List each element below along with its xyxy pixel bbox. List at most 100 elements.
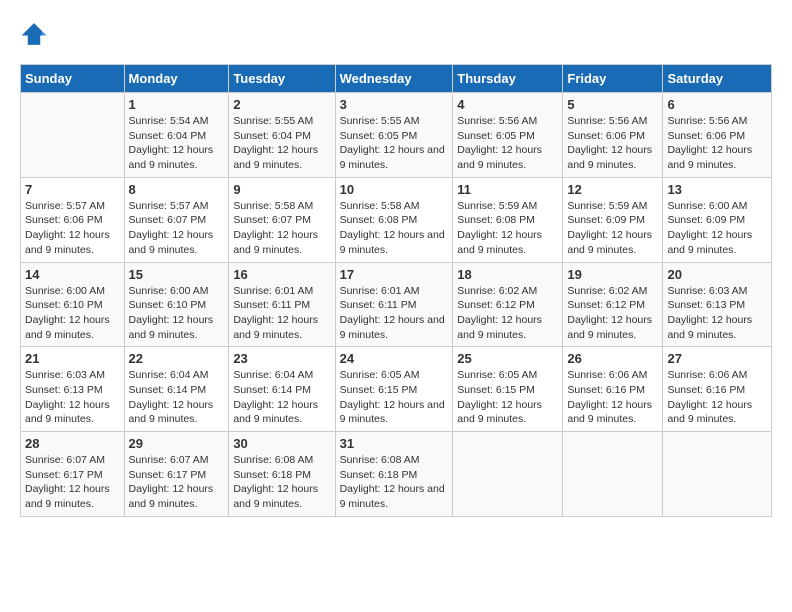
calendar-cell: 13 Sunrise: 6:00 AMSunset: 6:09 PMDayligh…	[663, 177, 772, 262]
calendar-cell	[453, 432, 563, 517]
weekday-header: Wednesday	[335, 65, 453, 93]
day-info: Sunrise: 5:56 AMSunset: 6:05 PMDaylight:…	[457, 114, 558, 173]
day-number: 22	[129, 351, 225, 366]
weekday-header: Sunday	[21, 65, 125, 93]
calendar-cell: 25 Sunrise: 6:05 AMSunset: 6:15 PMDayligh…	[453, 347, 563, 432]
calendar-week-row: 1 Sunrise: 5:54 AMSunset: 6:04 PMDaylight…	[21, 93, 772, 178]
day-number: 20	[667, 267, 767, 282]
day-number: 24	[340, 351, 449, 366]
day-number: 16	[233, 267, 330, 282]
calendar-cell: 26 Sunrise: 6:06 AMSunset: 6:16 PMDayligh…	[563, 347, 663, 432]
day-info: Sunrise: 6:01 AMSunset: 6:11 PMDaylight:…	[233, 284, 330, 343]
calendar-cell: 19 Sunrise: 6:02 AMSunset: 6:12 PMDayligh…	[563, 262, 663, 347]
calendar-cell	[563, 432, 663, 517]
logo	[20, 20, 50, 48]
calendar-cell: 9 Sunrise: 5:58 AMSunset: 6:07 PMDaylight…	[229, 177, 335, 262]
logo-icon	[20, 20, 48, 48]
day-number: 28	[25, 436, 120, 451]
day-info: Sunrise: 6:00 AMSunset: 6:09 PMDaylight:…	[667, 199, 767, 258]
day-info: Sunrise: 5:57 AMSunset: 6:07 PMDaylight:…	[129, 199, 225, 258]
day-number: 15	[129, 267, 225, 282]
day-info: Sunrise: 6:00 AMSunset: 6:10 PMDaylight:…	[25, 284, 120, 343]
calendar-cell: 12 Sunrise: 5:59 AMSunset: 6:09 PMDayligh…	[563, 177, 663, 262]
calendar-week-row: 28 Sunrise: 6:07 AMSunset: 6:17 PMDayligh…	[21, 432, 772, 517]
day-info: Sunrise: 5:59 AMSunset: 6:09 PMDaylight:…	[567, 199, 658, 258]
day-number: 1	[129, 97, 225, 112]
day-info: Sunrise: 6:07 AMSunset: 6:17 PMDaylight:…	[25, 453, 120, 512]
day-info: Sunrise: 5:55 AMSunset: 6:05 PMDaylight:…	[340, 114, 449, 173]
calendar-cell: 29 Sunrise: 6:07 AMSunset: 6:17 PMDayligh…	[124, 432, 229, 517]
calendar-cell: 24 Sunrise: 6:05 AMSunset: 6:15 PMDayligh…	[335, 347, 453, 432]
day-info: Sunrise: 5:57 AMSunset: 6:06 PMDaylight:…	[25, 199, 120, 258]
calendar-cell: 2Sunrise: 5:55 AMSunset: 6:04 PMDaylight…	[229, 93, 335, 178]
calendar-cell: 5Sunrise: 5:56 AMSunset: 6:06 PMDaylight…	[563, 93, 663, 178]
weekday-header-row: SundayMondayTuesdayWednesdayThursdayFrid…	[21, 65, 772, 93]
day-info: Sunrise: 5:56 AMSunset: 6:06 PMDaylight:…	[567, 114, 658, 173]
day-info: Sunrise: 6:08 AMSunset: 6:18 PMDaylight:…	[233, 453, 330, 512]
day-info: Sunrise: 6:03 AMSunset: 6:13 PMDaylight:…	[667, 284, 767, 343]
calendar-cell: 21Sunrise: 6:03 AMSunset: 6:13 PMDayligh…	[21, 347, 125, 432]
day-number: 25	[457, 351, 558, 366]
day-number: 17	[340, 267, 449, 282]
calendar-cell: 4 Sunrise: 5:56 AMSunset: 6:05 PMDaylight…	[453, 93, 563, 178]
day-number: 30	[233, 436, 330, 451]
calendar-cell: 20 Sunrise: 6:03 AMSunset: 6:13 PMDayligh…	[663, 262, 772, 347]
weekday-header: Tuesday	[229, 65, 335, 93]
day-number: 13	[667, 182, 767, 197]
day-info: Sunrise: 5:55 AMSunset: 6:04 PMDaylight:…	[233, 114, 330, 173]
day-info: Sunrise: 6:08 AMSunset: 6:18 PMDaylight:…	[340, 453, 449, 512]
weekday-header: Saturday	[663, 65, 772, 93]
weekday-header: Friday	[563, 65, 663, 93]
day-info: Sunrise: 6:06 AMSunset: 6:16 PMDaylight:…	[567, 368, 658, 427]
calendar-cell	[663, 432, 772, 517]
day-info: Sunrise: 5:58 AMSunset: 6:07 PMDaylight:…	[233, 199, 330, 258]
calendar-cell: 14 Sunrise: 6:00 AMSunset: 6:10 PMDayligh…	[21, 262, 125, 347]
day-number: 27	[667, 351, 767, 366]
day-number: 26	[567, 351, 658, 366]
day-info: Sunrise: 6:07 AMSunset: 6:17 PMDaylight:…	[129, 453, 225, 512]
calendar-cell: 28 Sunrise: 6:07 AMSunset: 6:17 PMDayligh…	[21, 432, 125, 517]
day-info: Sunrise: 5:54 AMSunset: 6:04 PMDaylight:…	[129, 114, 225, 173]
calendar-cell: 15Sunrise: 6:00 AMSunset: 6:10 PMDayligh…	[124, 262, 229, 347]
day-number: 14	[25, 267, 120, 282]
calendar-cell	[21, 93, 125, 178]
page-header	[20, 20, 772, 48]
day-number: 6	[667, 97, 767, 112]
calendar-table: SundayMondayTuesdayWednesdayThursdayFrid…	[20, 64, 772, 517]
calendar-cell: 1 Sunrise: 5:54 AMSunset: 6:04 PMDaylight…	[124, 93, 229, 178]
day-info: Sunrise: 6:05 AMSunset: 6:15 PMDaylight:…	[340, 368, 449, 427]
day-number: 12	[567, 182, 658, 197]
day-info: Sunrise: 6:02 AMSunset: 6:12 PMDaylight:…	[457, 284, 558, 343]
day-number: 7	[25, 182, 120, 197]
day-info: Sunrise: 5:59 AMSunset: 6:08 PMDaylight:…	[457, 199, 558, 258]
day-number: 19	[567, 267, 658, 282]
weekday-header: Monday	[124, 65, 229, 93]
calendar-cell: 18Sunrise: 6:02 AMSunset: 6:12 PMDayligh…	[453, 262, 563, 347]
calendar-cell: 7 Sunrise: 5:57 AMSunset: 6:06 PMDaylight…	[21, 177, 125, 262]
day-info: Sunrise: 6:04 AMSunset: 6:14 PMDaylight:…	[233, 368, 330, 427]
day-info: Sunrise: 6:05 AMSunset: 6:15 PMDaylight:…	[457, 368, 558, 427]
day-number: 31	[340, 436, 449, 451]
calendar-cell: 6Sunrise: 5:56 AMSunset: 6:06 PMDaylight…	[663, 93, 772, 178]
day-number: 10	[340, 182, 449, 197]
calendar-cell: 30 Sunrise: 6:08 AMSunset: 6:18 PMDayligh…	[229, 432, 335, 517]
calendar-cell: 8Sunrise: 5:57 AMSunset: 6:07 PMDaylight…	[124, 177, 229, 262]
calendar-cell: 10Sunrise: 5:58 AMSunset: 6:08 PMDayligh…	[335, 177, 453, 262]
day-info: Sunrise: 6:04 AMSunset: 6:14 PMDaylight:…	[129, 368, 225, 427]
calendar-cell: 17 Sunrise: 6:01 AMSunset: 6:11 PMDayligh…	[335, 262, 453, 347]
day-number: 3	[340, 97, 449, 112]
day-info: Sunrise: 6:02 AMSunset: 6:12 PMDaylight:…	[567, 284, 658, 343]
day-number: 9	[233, 182, 330, 197]
day-number: 29	[129, 436, 225, 451]
calendar-cell: 11 Sunrise: 5:59 AMSunset: 6:08 PMDayligh…	[453, 177, 563, 262]
calendar-cell: 31 Sunrise: 6:08 AMSunset: 6:18 PMDayligh…	[335, 432, 453, 517]
calendar-week-row: 14 Sunrise: 6:00 AMSunset: 6:10 PMDayligh…	[21, 262, 772, 347]
weekday-header: Thursday	[453, 65, 563, 93]
day-info: Sunrise: 6:01 AMSunset: 6:11 PMDaylight:…	[340, 284, 449, 343]
calendar-cell: 22 Sunrise: 6:04 AMSunset: 6:14 PMDayligh…	[124, 347, 229, 432]
day-number: 11	[457, 182, 558, 197]
day-number: 23	[233, 351, 330, 366]
day-number: 4	[457, 97, 558, 112]
calendar-cell: 23 Sunrise: 6:04 AMSunset: 6:14 PMDayligh…	[229, 347, 335, 432]
calendar-week-row: 21Sunrise: 6:03 AMSunset: 6:13 PMDayligh…	[21, 347, 772, 432]
